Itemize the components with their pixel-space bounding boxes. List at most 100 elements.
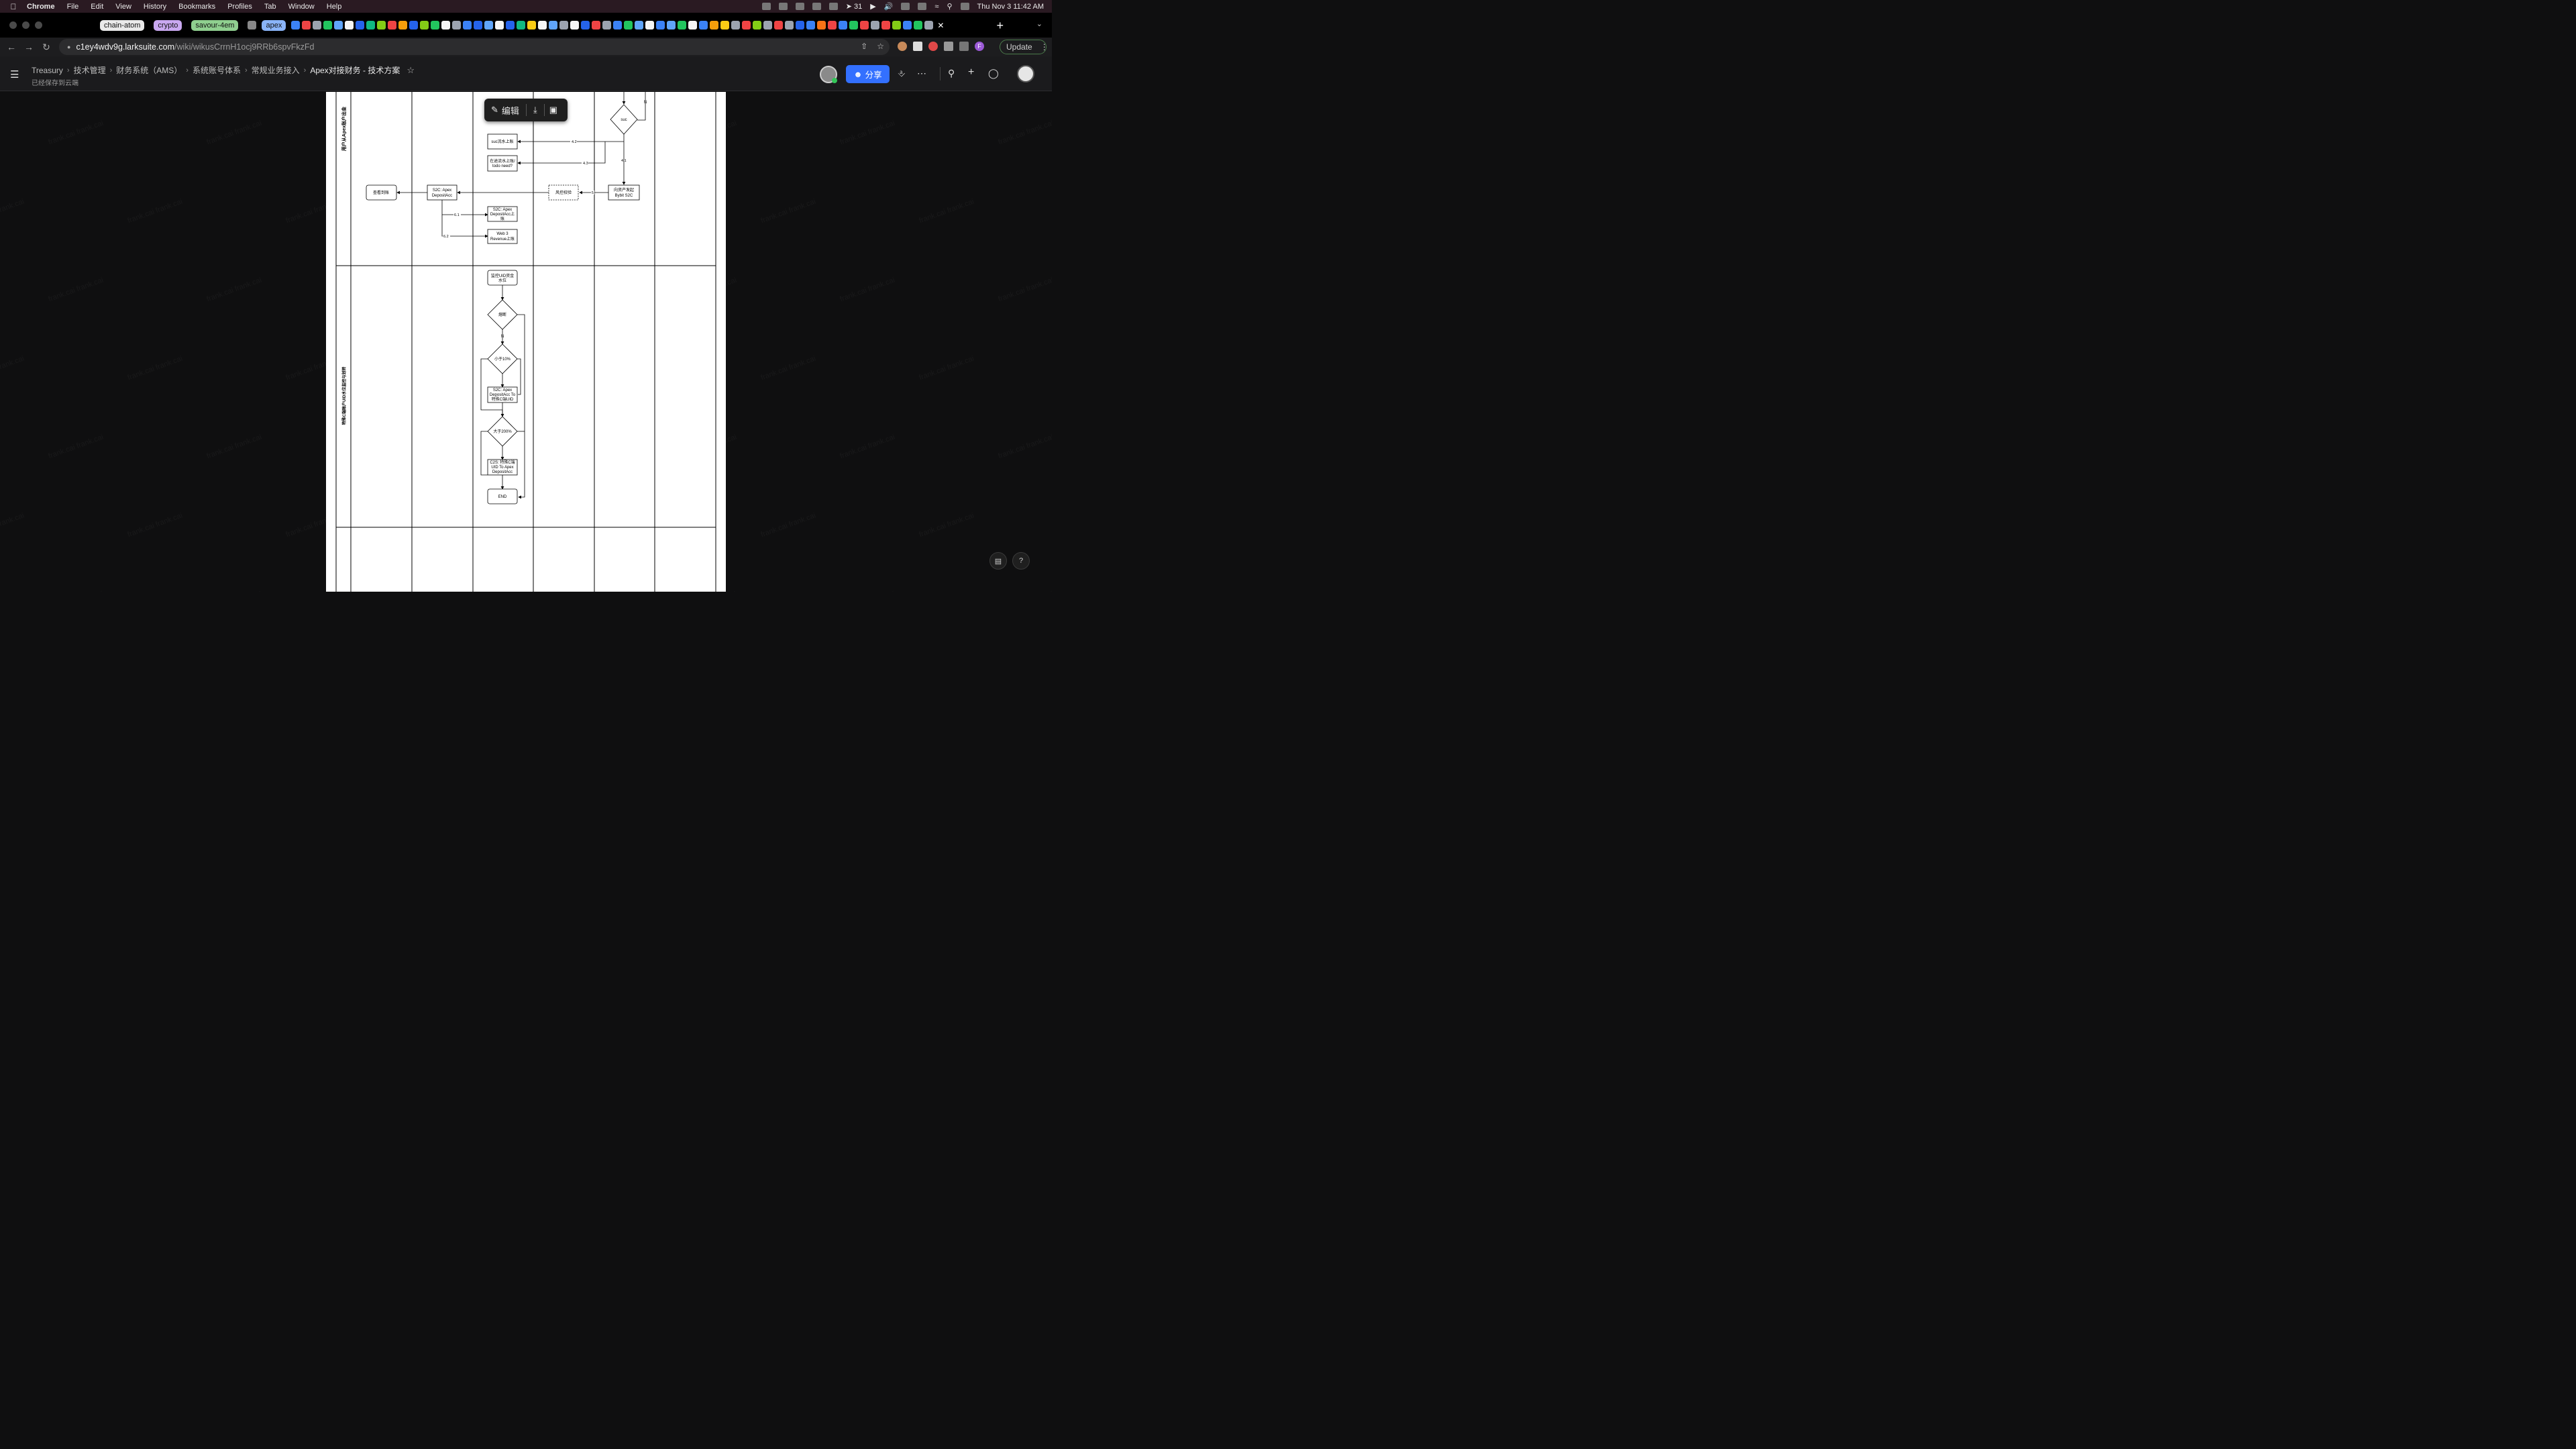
tab-favicon[interactable] [645,21,655,30]
menu-edit[interactable]: Edit [91,3,103,11]
tab-favicon[interactable] [667,21,676,30]
tab-favicon[interactable] [678,21,687,30]
play-icon[interactable]: ▶ [870,2,875,11]
lock-icon[interactable]: ● [67,44,70,50]
tab-favicon[interactable] [495,21,504,30]
bookmark-star-icon[interactable]: ☆ [877,42,884,51]
tab-favicon[interactable] [420,21,429,30]
tab-favicon[interactable] [763,21,773,30]
tab-favicon[interactable] [828,21,837,30]
tab-favicon[interactable] [581,21,590,30]
share-button[interactable]: ☻ 分享 [846,65,890,83]
tab-favicon[interactable] [881,21,891,30]
tab-favicon[interactable] [506,21,515,30]
menu-profiles[interactable]: Profiles [227,3,252,11]
address-bar[interactable]: ● c1ey4wdv9g.larksuite.com/wiki/wikusCrr… [59,39,890,55]
tab-favicon[interactable] [356,21,365,30]
tab-favicon[interactable] [291,21,301,30]
tab-favicon[interactable] [538,21,547,30]
tab-favicon[interactable] [753,21,762,30]
tab-favicon[interactable] [806,21,816,30]
breadcrumb-item[interactable]: Treasury [32,66,63,75]
tab-favicon[interactable] [774,21,784,30]
tab-favicon[interactable] [313,21,322,30]
tab-favicon[interactable] [517,21,526,30]
tab-favicon[interactable] [699,21,708,30]
menu-tab[interactable]: Tab [264,3,276,11]
tab-favicon[interactable] [441,21,451,30]
tab-favicon[interactable] [731,21,741,30]
tab-favicon[interactable] [334,21,343,30]
apple-icon[interactable]:  [0,2,27,11]
tab-favicon[interactable] [871,21,880,30]
spotlight-search-icon[interactable]: ⚲ [947,2,952,11]
grid-icon[interactable] [918,3,927,10]
breadcrumb-item[interactable]: 财务系统（AMS） [116,64,182,76]
minimize-window-button[interactable] [22,21,30,29]
tab-favicon[interactable] [549,21,558,30]
tab-favicon[interactable] [559,21,569,30]
tab-favicon[interactable] [345,21,354,30]
forward-icon[interactable]: → [20,42,38,52]
new-tab-button[interactable]: + [996,19,1004,33]
download-icon[interactable]: ⤓ [527,105,544,115]
tab-favicon[interactable] [602,21,612,30]
tab-group-crypto[interactable]: crypto [154,19,182,31]
tab-favicon[interactable] [463,21,472,30]
menu-view[interactable]: View [115,3,131,11]
tab-favicon[interactable] [431,21,440,30]
control-center-icon[interactable] [960,3,969,10]
tab-favicon[interactable] [452,21,462,30]
extension-icon[interactable] [928,42,938,51]
menu-file[interactable]: File [67,3,79,11]
favorite-star-icon[interactable]: ☆ [407,65,415,76]
tray-app-icon[interactable] [795,3,804,10]
battery-icon[interactable] [901,3,910,10]
tab-favicon[interactable] [796,21,805,30]
reload-icon[interactable]: ↻ [38,42,55,53]
tab-favicon[interactable] [624,21,633,30]
close-window-button[interactable] [9,21,17,29]
bell-icon[interactable]: ⎀ [898,68,905,79]
tab-favicon[interactable] [688,21,698,30]
tab-favicon[interactable] [785,21,794,30]
help-icon[interactable]: ? [1012,552,1030,570]
search-icon[interactable]: ⚲ [948,68,955,79]
zoom-window-button[interactable] [35,21,42,29]
tab-favicon[interactable] [720,21,730,30]
tab-favicon[interactable] [839,21,848,30]
tab-favicon[interactable] [849,21,859,30]
menu-window[interactable]: Window [288,3,315,11]
tab-favicon[interactable] [742,21,751,30]
tab-favicon[interactable] [656,21,665,30]
more-horizontal-icon[interactable]: ⋯ [917,68,926,79]
tab-group-apex[interactable]: apex [262,19,286,31]
comment-icon[interactable]: ▣ [545,105,562,115]
sidebar-toggle-icon[interactable]: ☰ [10,68,19,80]
tab-favicon[interactable] [914,21,923,30]
lightbulb-icon[interactable]: ◯ [988,68,999,79]
collaborator-avatar[interactable] [820,66,837,83]
plus-icon[interactable]: + [968,66,974,78]
tab-favicon[interactable] [398,21,408,30]
tab-favicon[interactable] [366,21,376,30]
back-icon[interactable]: ← [3,42,20,52]
side-panel-icon[interactable] [959,42,969,51]
tab-favicon[interactable] [570,21,580,30]
tab-favicon[interactable] [592,21,601,30]
tab-favicon[interactable] [635,21,644,30]
breadcrumb-item[interactable]: 技术管理 [74,64,106,76]
tray-cloud-icon[interactable] [778,3,788,10]
tab-favicon[interactable] [248,21,257,30]
wifi-icon[interactable]: ≈ [934,3,938,11]
menu-history[interactable]: History [144,3,166,11]
tab-favicon[interactable] [924,21,934,30]
user-avatar[interactable] [1017,65,1034,83]
close-tab-icon[interactable]: ✕ [937,21,944,30]
flowchart-image[interactable]: 用户从Apex账户出金 特殊C端账户UID水位监控与划转 4.2 4.3 4.1 [326,92,726,592]
clock[interactable]: Thu Nov 3 11:42 AM [977,3,1044,11]
tab-favicon[interactable] [302,21,311,30]
tab-group-savour-4em[interactable]: savour-4em [191,19,239,31]
tray-notification-count[interactable]: ➤ 31 [846,2,863,11]
breadcrumb-item[interactable]: 系统账号体系 [193,64,241,76]
